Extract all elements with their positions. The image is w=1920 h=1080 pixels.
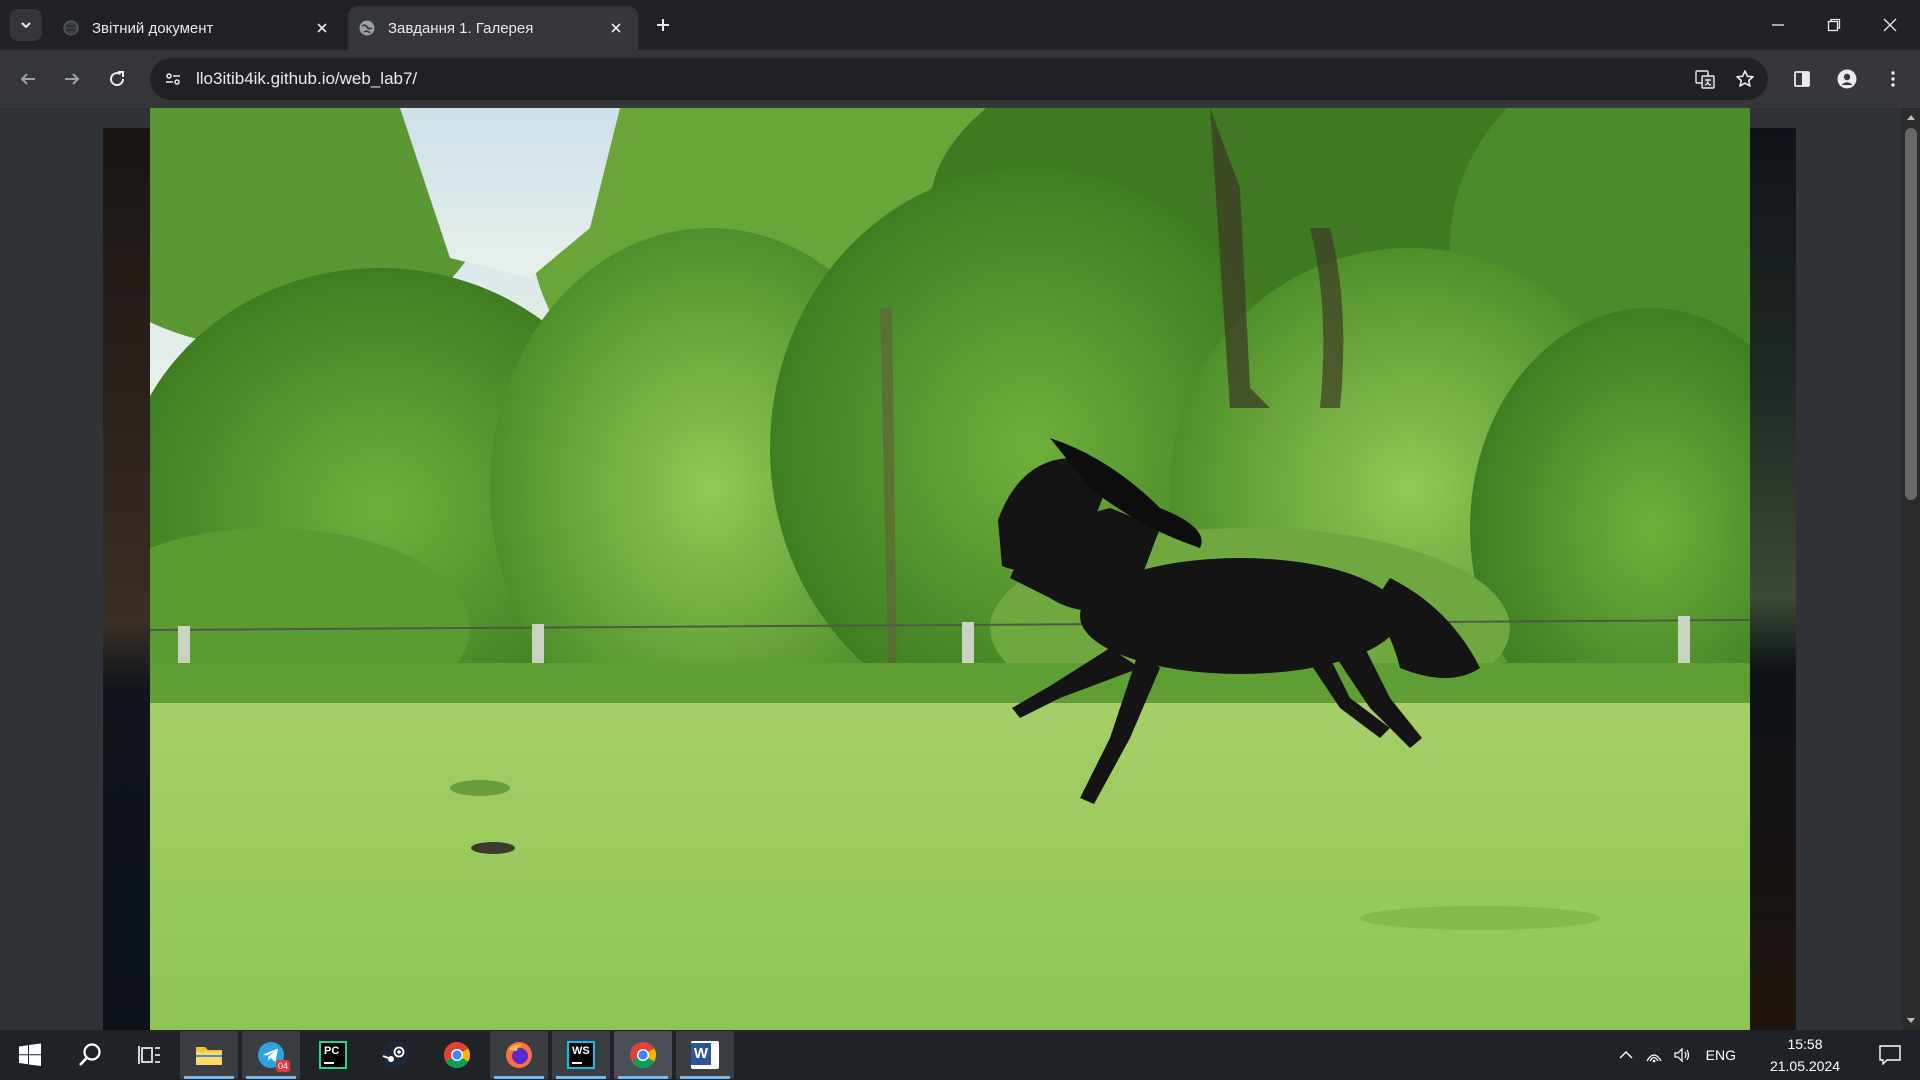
restore-icon — [1827, 18, 1841, 32]
tab-strip: Звітний документ Завдання 1. Галерея — [0, 0, 1920, 50]
address-bar[interactable]: llo3itib4ik.github.io/web_lab7/ — [150, 58, 1768, 100]
word-label: W — [691, 1043, 711, 1065]
running-indicator — [680, 1076, 730, 1079]
pycharm-label: PC — [324, 1045, 340, 1057]
folder-icon — [196, 1047, 222, 1065]
scrollbar-thumb[interactable] — [1905, 128, 1917, 500]
chevron-up-icon[interactable] — [1612, 1050, 1640, 1060]
pycharm-icon: PC — [319, 1041, 347, 1069]
globe-icon — [62, 19, 80, 37]
clock-date: 21.05.2024 — [1769, 1058, 1841, 1074]
task-view-icon — [138, 1046, 160, 1064]
windows-taskbar: 04 PC WS W ENG 15:58 21.05.2024 — [0, 1030, 1920, 1080]
taskbar-file-explorer[interactable] — [180, 1031, 238, 1079]
language-indicator[interactable]: ENG — [1706, 1047, 1736, 1063]
volume-icon[interactable] — [1668, 1047, 1696, 1063]
search-icon — [79, 1043, 101, 1066]
chrome-icon — [630, 1042, 657, 1069]
taskbar-chrome[interactable] — [428, 1031, 486, 1079]
clock-time: 15:58 — [1787, 1036, 1823, 1052]
side-panel-button[interactable] — [1786, 63, 1818, 95]
translate-icon[interactable] — [1688, 62, 1722, 96]
network-icon[interactable] — [1640, 1047, 1668, 1063]
notification-center-icon[interactable] — [1860, 1045, 1920, 1065]
new-tab-button[interactable] — [650, 12, 676, 38]
close-icon[interactable] — [310, 16, 334, 40]
taskbar-word[interactable]: W — [676, 1031, 734, 1079]
more-vertical-icon — [1891, 71, 1895, 87]
taskbar-steam[interactable] — [366, 1031, 424, 1079]
tab-title: Завдання 1. Галерея — [388, 19, 534, 37]
scroll-up-arrow-icon[interactable] — [1902, 108, 1920, 126]
close-icon — [1883, 18, 1897, 32]
running-indicator — [494, 1076, 544, 1079]
tab-gallery[interactable]: Завдання 1. Галерея — [348, 6, 638, 50]
tab-title: Звітний документ — [92, 19, 214, 37]
vertical-scrollbar[interactable] — [1902, 108, 1920, 1030]
word-icon: W — [691, 1041, 719, 1069]
browser-toolbar: llo3itib4ik.github.io/web_lab7/ — [0, 50, 1920, 108]
site-info-icon[interactable] — [158, 64, 188, 94]
back-button[interactable] — [12, 63, 44, 95]
minimize-button[interactable] — [1750, 0, 1806, 50]
clock[interactable]: 15:58 21.05.2024 — [1750, 1033, 1860, 1077]
task-view-button[interactable] — [120, 1030, 180, 1080]
profile-icon — [1837, 69, 1857, 89]
running-indicator — [618, 1076, 668, 1079]
taskbar-telegram[interactable]: 04 — [242, 1031, 300, 1079]
minimize-icon — [1772, 24, 1784, 26]
chevron-down-icon — [21, 22, 31, 29]
page-viewport — [0, 108, 1902, 1030]
reload-icon — [110, 71, 125, 87]
scroll-down-arrow-icon[interactable] — [1902, 1012, 1920, 1030]
taskbar-firefox[interactable] — [490, 1031, 548, 1079]
taskbar-pycharm[interactable]: PC — [304, 1031, 362, 1079]
windows-logo-icon — [19, 1043, 41, 1066]
chrome-icon — [443, 1041, 471, 1069]
url-text[interactable]: llo3itib4ik.github.io/web_lab7/ — [196, 69, 1688, 89]
globe-icon — [358, 19, 376, 37]
profile-button[interactable] — [1831, 63, 1863, 95]
webstorm-underline — [572, 1062, 582, 1064]
taskbar-webstorm[interactable]: WS — [552, 1031, 610, 1079]
arrow-right-icon — [65, 73, 80, 85]
tab-search-button[interactable] — [10, 9, 42, 41]
running-indicator — [246, 1076, 296, 1079]
screen: Звітний документ Завдання 1. Галерея llo… — [0, 0, 1920, 1080]
running-indicator — [184, 1076, 234, 1079]
menu-button[interactable] — [1877, 63, 1909, 95]
steam-icon — [382, 1042, 408, 1068]
pycharm-underline — [324, 1062, 334, 1064]
system-tray: ENG 15:58 21.05.2024 — [1612, 1030, 1920, 1080]
plus-icon — [657, 19, 669, 31]
reload-button[interactable] — [101, 63, 133, 95]
gallery-main-image[interactable] — [150, 108, 1750, 1030]
firefox-icon — [506, 1042, 532, 1068]
running-indicator — [556, 1076, 606, 1079]
webstorm-label: WS — [572, 1045, 590, 1057]
search-button[interactable] — [60, 1030, 120, 1080]
close-icon[interactable] — [604, 16, 628, 40]
webstorm-icon: WS — [567, 1041, 595, 1069]
arrow-left-icon — [20, 73, 35, 85]
tab-report-document[interactable]: Звітний документ — [52, 6, 344, 50]
side-panel-icon — [1794, 71, 1810, 87]
star-icon[interactable] — [1728, 62, 1762, 96]
close-window-button[interactable] — [1862, 0, 1918, 50]
start-button[interactable] — [0, 1030, 60, 1080]
restore-button[interactable] — [1806, 0, 1862, 50]
telegram-badge: 04 — [275, 1060, 290, 1072]
forward-button[interactable] — [56, 63, 88, 95]
taskbar-chrome-active[interactable] — [614, 1031, 672, 1079]
